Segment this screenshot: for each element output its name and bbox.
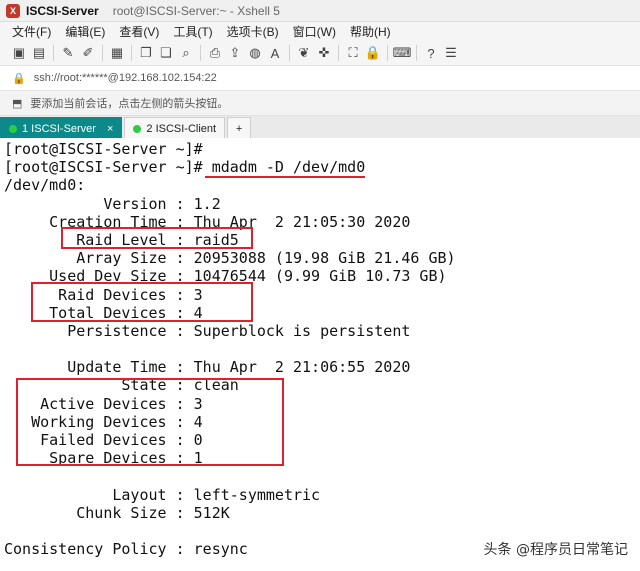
lock-small-icon: 🔒 (12, 72, 26, 85)
command-underline (205, 176, 365, 178)
add-session-arrow-icon[interactable]: ⬒ (12, 97, 22, 110)
address-bar[interactable]: 🔒 ssh://root:******@192.168.102.154:22 (0, 66, 640, 91)
globe-icon[interactable]: ◍ (246, 44, 264, 62)
hint-bar: ⬒ 要添加当前会话，点击左侧的箭头按钮。 (0, 91, 640, 116)
find-icon[interactable]: ⌕ (177, 44, 195, 62)
terminal-line: [root@ISCSI-Server ~]# (4, 140, 203, 158)
tab-iscsi-client[interactable]: 2 ISCSI-Client (124, 117, 226, 140)
connect-icon[interactable]: ✎ (59, 44, 77, 62)
tab-label: 2 ISCSI-Client (146, 123, 217, 135)
toolbar-separator (416, 45, 417, 61)
menu-edit[interactable]: 编辑(E) (65, 23, 105, 40)
toolbar-separator (289, 45, 290, 61)
lock-icon[interactable]: 🔒 (364, 44, 382, 62)
device-count-highlight (31, 282, 253, 322)
new-session-icon[interactable]: ▣ (10, 44, 28, 62)
xftp-icon[interactable]: ❦ (295, 44, 313, 62)
window-subtitle: root@ISCSI-Server:~ - Xshell 5 (112, 3, 280, 18)
print-icon[interactable]: ⎙ (206, 44, 224, 62)
status-dot-icon (9, 125, 17, 133)
toolbar-separator (102, 45, 103, 61)
help-icon[interactable]: ? (422, 44, 440, 62)
terminal-line: Layout : left-symmetric (4, 485, 321, 504)
menu-view[interactable]: 查看(V) (119, 23, 159, 40)
address-text: ssh://root:******@192.168.102.154:22 (33, 72, 217, 84)
close-icon[interactable]: × (107, 123, 113, 135)
menu-bar: 文件(F) 编辑(E) 查看(V) 工具(T) 选项卡(B) 窗口(W) 帮助(… (0, 22, 640, 41)
terminal-line: Persistence : Superblock is persistent (4, 321, 411, 340)
toolbar-separator (131, 45, 132, 61)
terminal-line (0, 522, 640, 540)
terminal-line: Chunk Size : 512K (4, 503, 230, 522)
menu-tabs[interactable]: 选项卡(B) (227, 23, 279, 40)
menu-help[interactable]: 帮助(H) (350, 23, 391, 40)
toolbar-separator (338, 45, 339, 61)
paste-icon[interactable]: ❏ (157, 44, 175, 62)
xshell-app-icon: X (6, 3, 20, 18)
font-icon[interactable]: A (266, 44, 284, 62)
terminal-line: Array Size : 20953088 (19.98 GiB 21.46 G… (4, 249, 456, 268)
chat-icon[interactable]: ☰ (442, 44, 460, 62)
toolbar-separator (200, 45, 201, 61)
menu-window[interactable]: 窗口(W) (293, 23, 336, 40)
toolbar-separator (387, 45, 388, 61)
watermark: 头条 @程序员日常笔记 (483, 541, 628, 558)
terminal-line: [root@ISCSI-Server ~]# mdadm -D /dev/md0 (4, 158, 366, 177)
title-bar: X ISCSI-Server root@ISCSI-Server:~ - Xsh… (0, 0, 640, 22)
keyboard-icon[interactable]: ⌨ (393, 44, 412, 62)
toolbar: ▣ ▤ ✎ ✐ ▦ ❐ ❏ ⌕ ⎙ ⇪ ◍ A ❦ ✜ ⛶ 🔒 ⌨ ? ☰ (0, 41, 640, 66)
tab-iscsi-server[interactable]: 1 ISCSI-Server × (0, 117, 123, 140)
menu-tools[interactable]: 工具(T) (173, 23, 212, 40)
properties-icon[interactable]: ▦ (108, 44, 126, 62)
terminal-output[interactable]: [root@ISCSI-Server ~]# [root@ISCSI-Serve… (0, 138, 640, 571)
terminal-line: /dev/md0: (4, 176, 86, 195)
disconnect-icon[interactable]: ✐ (79, 44, 97, 62)
terminal-line (0, 340, 640, 358)
transfer-icon[interactable]: ⇪ (226, 44, 244, 62)
menu-file[interactable]: 文件(F) (12, 23, 51, 40)
plus-icon: + (235, 123, 243, 135)
fullscreen-icon[interactable]: ⛶ (344, 44, 362, 62)
scripts-icon[interactable]: ✜ (315, 44, 333, 62)
status-dot-icon (133, 125, 142, 133)
terminal-line: Version : 1.2 (4, 194, 221, 213)
tab-label: 1 ISCSI-Server (22, 123, 96, 135)
device-status-highlight (16, 378, 284, 466)
terminal-line: Update Time : Thu Apr 2 21:06:55 2020 (4, 358, 411, 377)
copy-icon[interactable]: ❐ (137, 44, 155, 62)
window-app-name: ISCSI-Server (26, 3, 99, 18)
terminal-line (0, 467, 640, 485)
hint-text: 要添加当前会话，点击左侧的箭头按钮。 (30, 98, 229, 110)
open-folder-icon[interactable]: ▤ (30, 44, 48, 62)
toolbar-separator (53, 45, 54, 61)
raid-level-highlight (61, 227, 253, 249)
new-tab-button[interactable]: + (227, 117, 252, 140)
